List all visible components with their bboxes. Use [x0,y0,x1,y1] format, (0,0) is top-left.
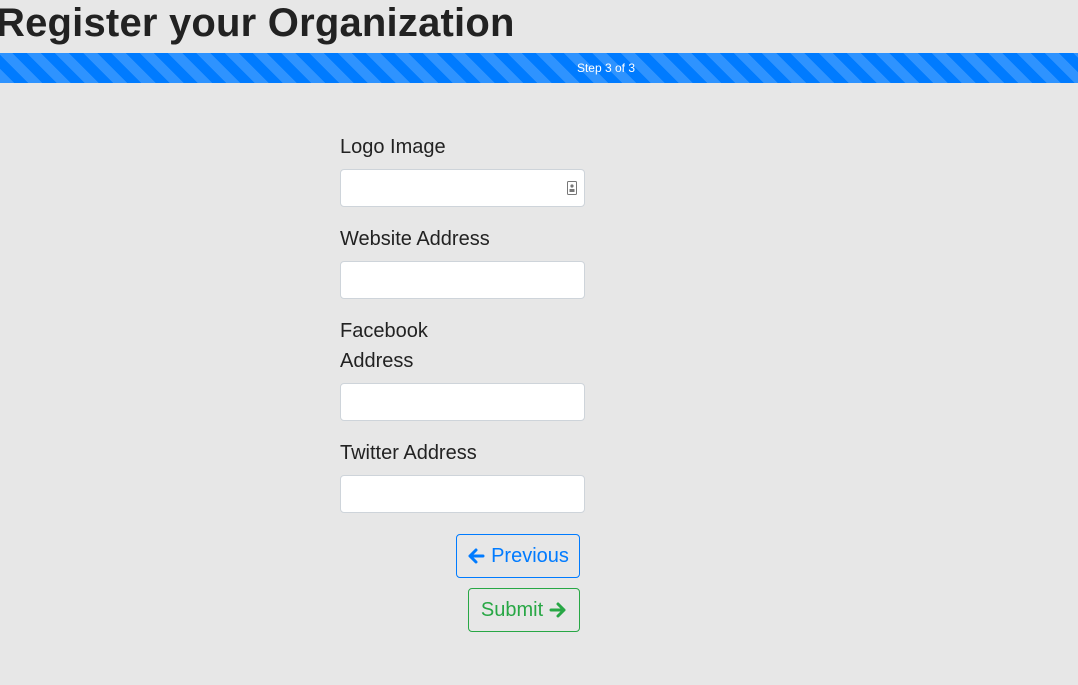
twitter-address-label: Twitter Address [340,442,477,464]
submit-button-label: Submit [480,598,544,621]
facebook-address-input[interactable] [340,383,585,421]
arrow-left-icon [467,547,485,565]
previous-button-label: Previous [491,544,569,567]
file-upload-icon [567,181,577,195]
facebook-address-label: Facebook Address [340,320,428,372]
twitter-address-input[interactable] [340,475,585,513]
progress-label: Step 3 of 3 [576,61,636,75]
arrow-right-icon [549,601,567,619]
progress-bar: Step 3 of 3 [0,53,1078,83]
page-title: Register your Organization [0,1,515,45]
submit-button[interactable]: Submit [468,588,580,632]
logo-image-input[interactable] [340,169,585,207]
logo-image-label: Logo Image [340,136,446,158]
website-address-input[interactable] [340,261,585,299]
website-address-label: Website Address [340,228,490,250]
previous-button[interactable]: Previous [456,534,580,578]
